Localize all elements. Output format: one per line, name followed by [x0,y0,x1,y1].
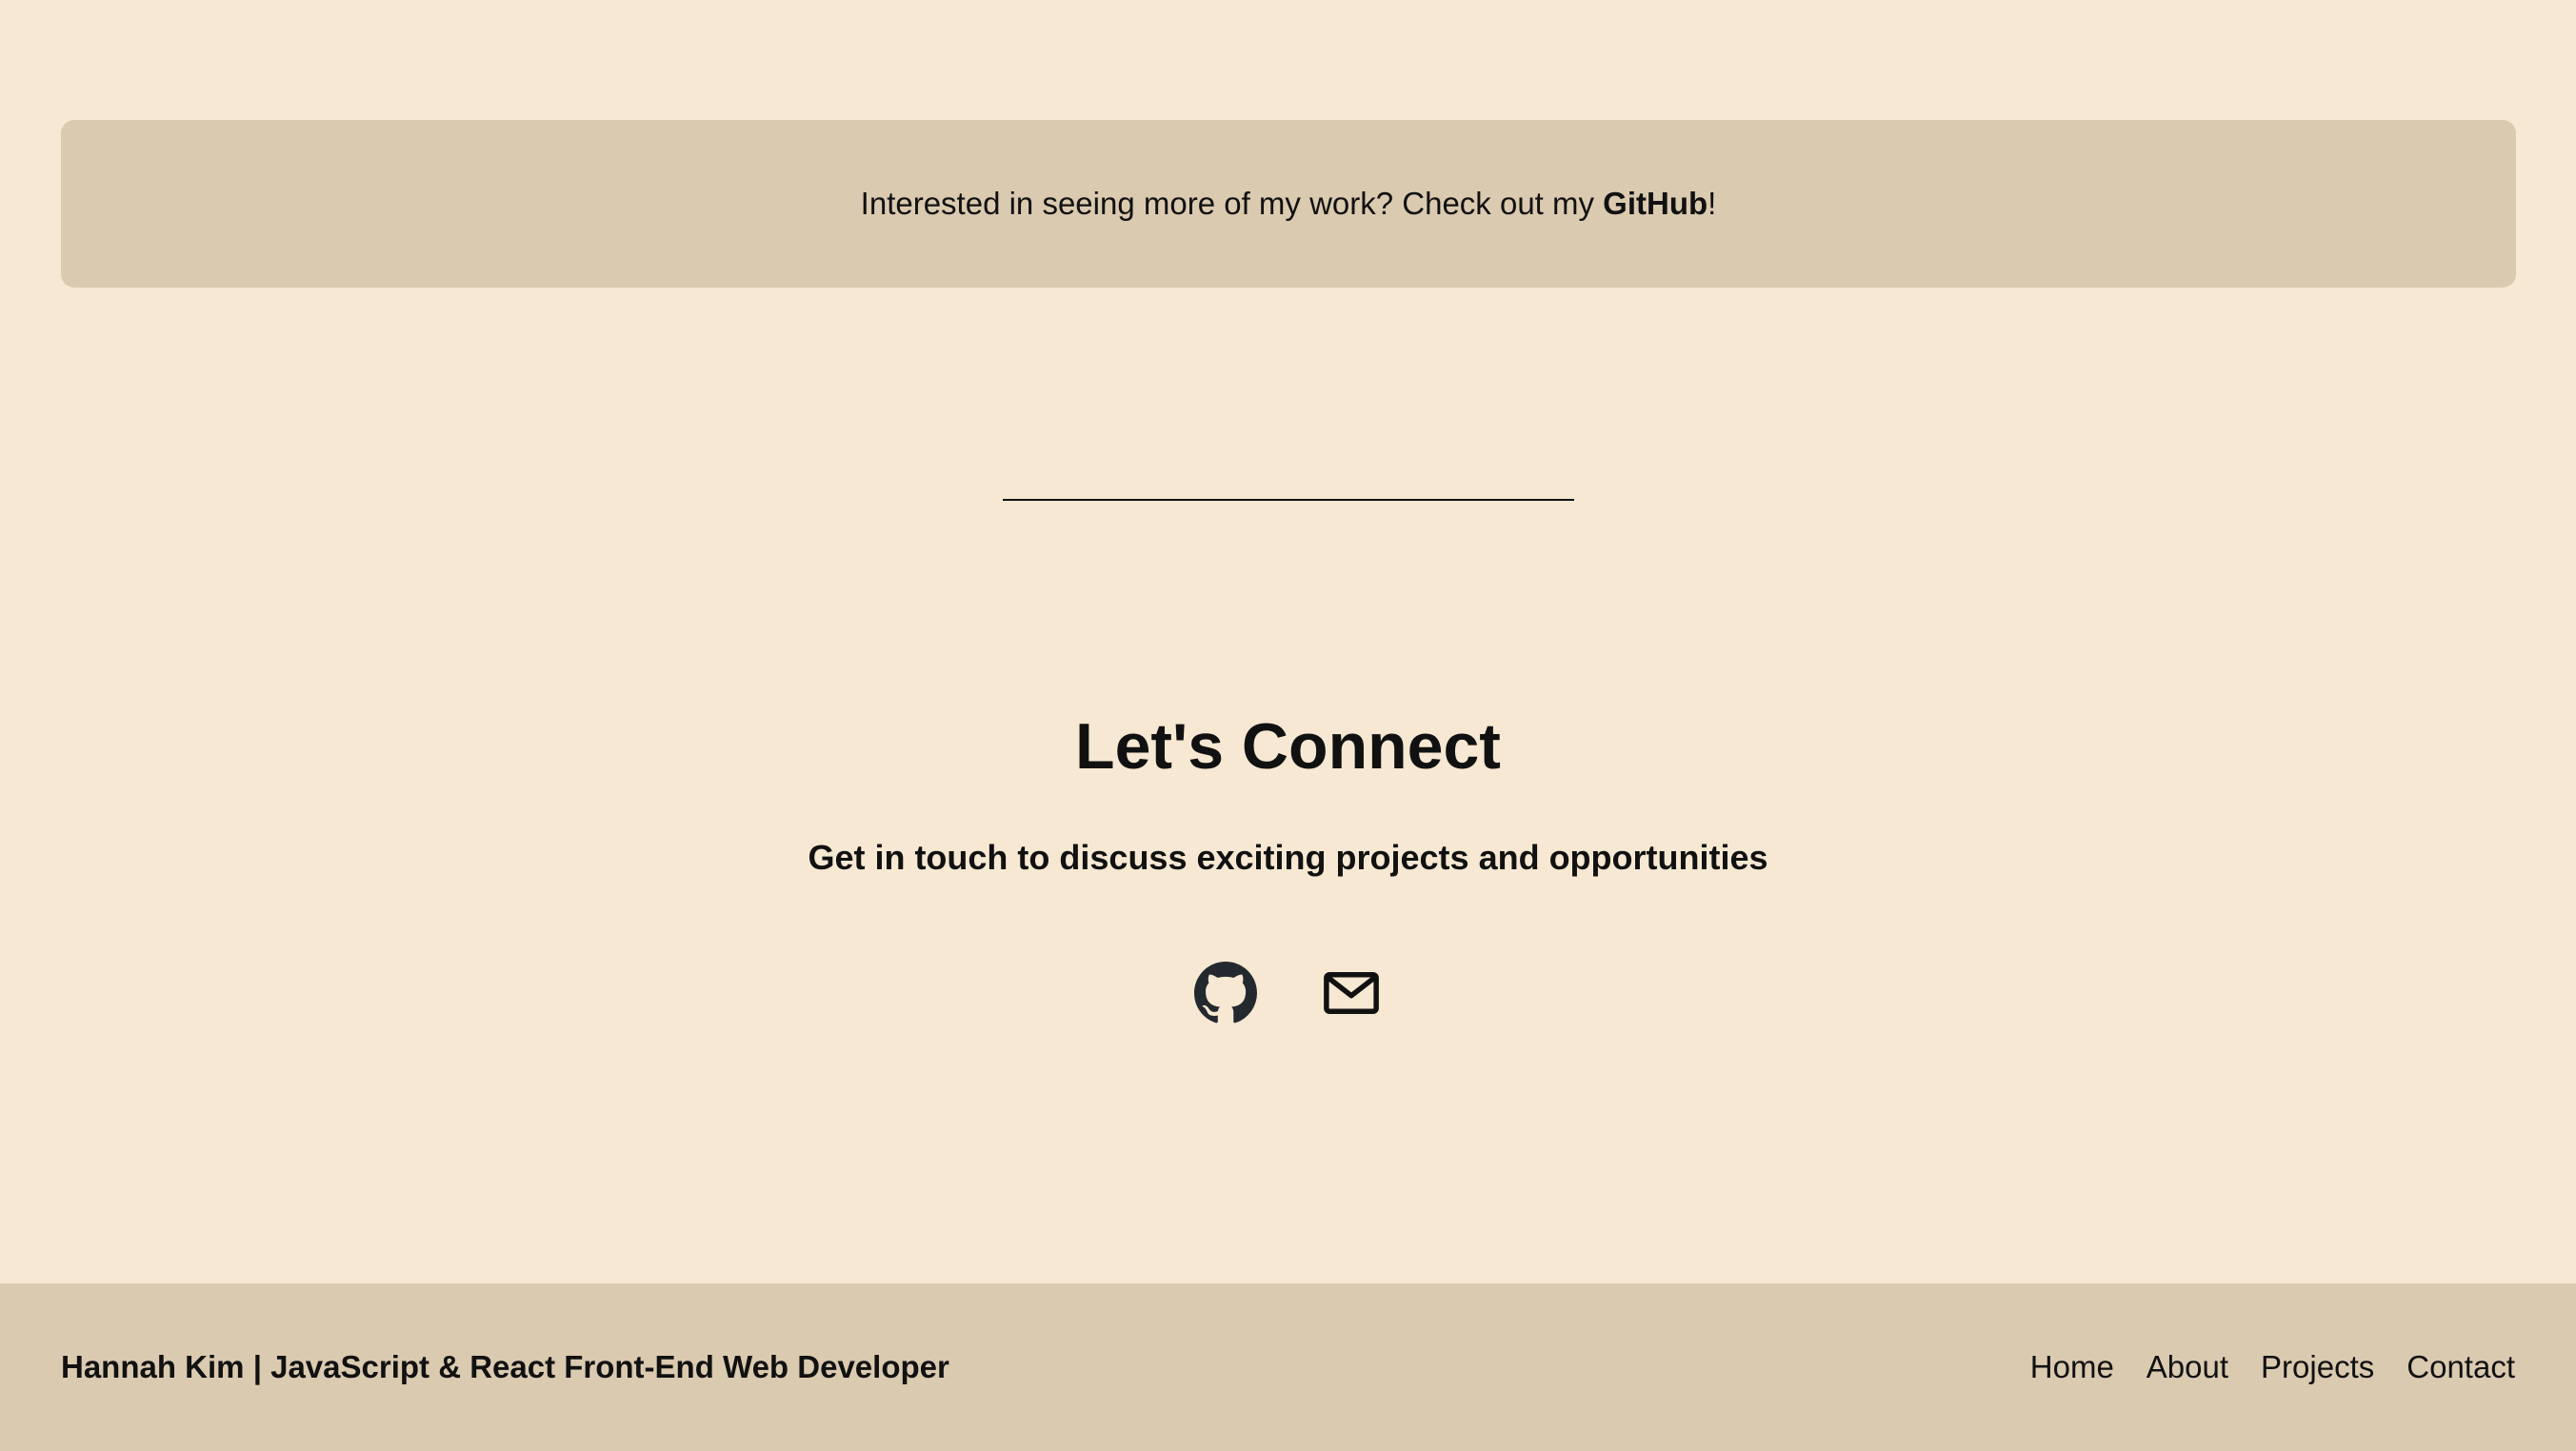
footer-nav-home[interactable]: Home [2030,1349,2114,1385]
footer-nav-contact[interactable]: Contact [2406,1349,2515,1385]
contact-subtitle: Get in touch to discuss exciting project… [808,838,1768,877]
banner-message: Interested in seeing more of my work? Ch… [860,186,1604,221]
email-link[interactable] [1320,962,1383,1024]
github-callout-banner: Interested in seeing more of my work? Ch… [61,120,2516,288]
footer-nav-about[interactable]: About [2147,1349,2228,1385]
github-icon [1193,962,1257,1024]
section-divider [1003,499,1574,501]
banner-text: Interested in seeing more of my work? Ch… [861,186,1717,222]
mail-icon [1323,972,1379,1014]
footer-nav-projects[interactable]: Projects [2261,1349,2374,1385]
contact-heading: Let's Connect [1075,710,1501,783]
footer-credit: Hannah Kim | JavaScript & React Front-En… [61,1349,949,1384]
banner-github-link[interactable]: GitHub [1603,186,1707,221]
banner-suffix: ! [1707,186,1717,221]
footer-nav: Home About Projects Contact [2030,1349,2515,1385]
github-link[interactable] [1193,962,1257,1024]
site-footer: Hannah Kim | JavaScript & React Front-En… [0,1283,2576,1451]
social-links [0,962,2576,1024]
